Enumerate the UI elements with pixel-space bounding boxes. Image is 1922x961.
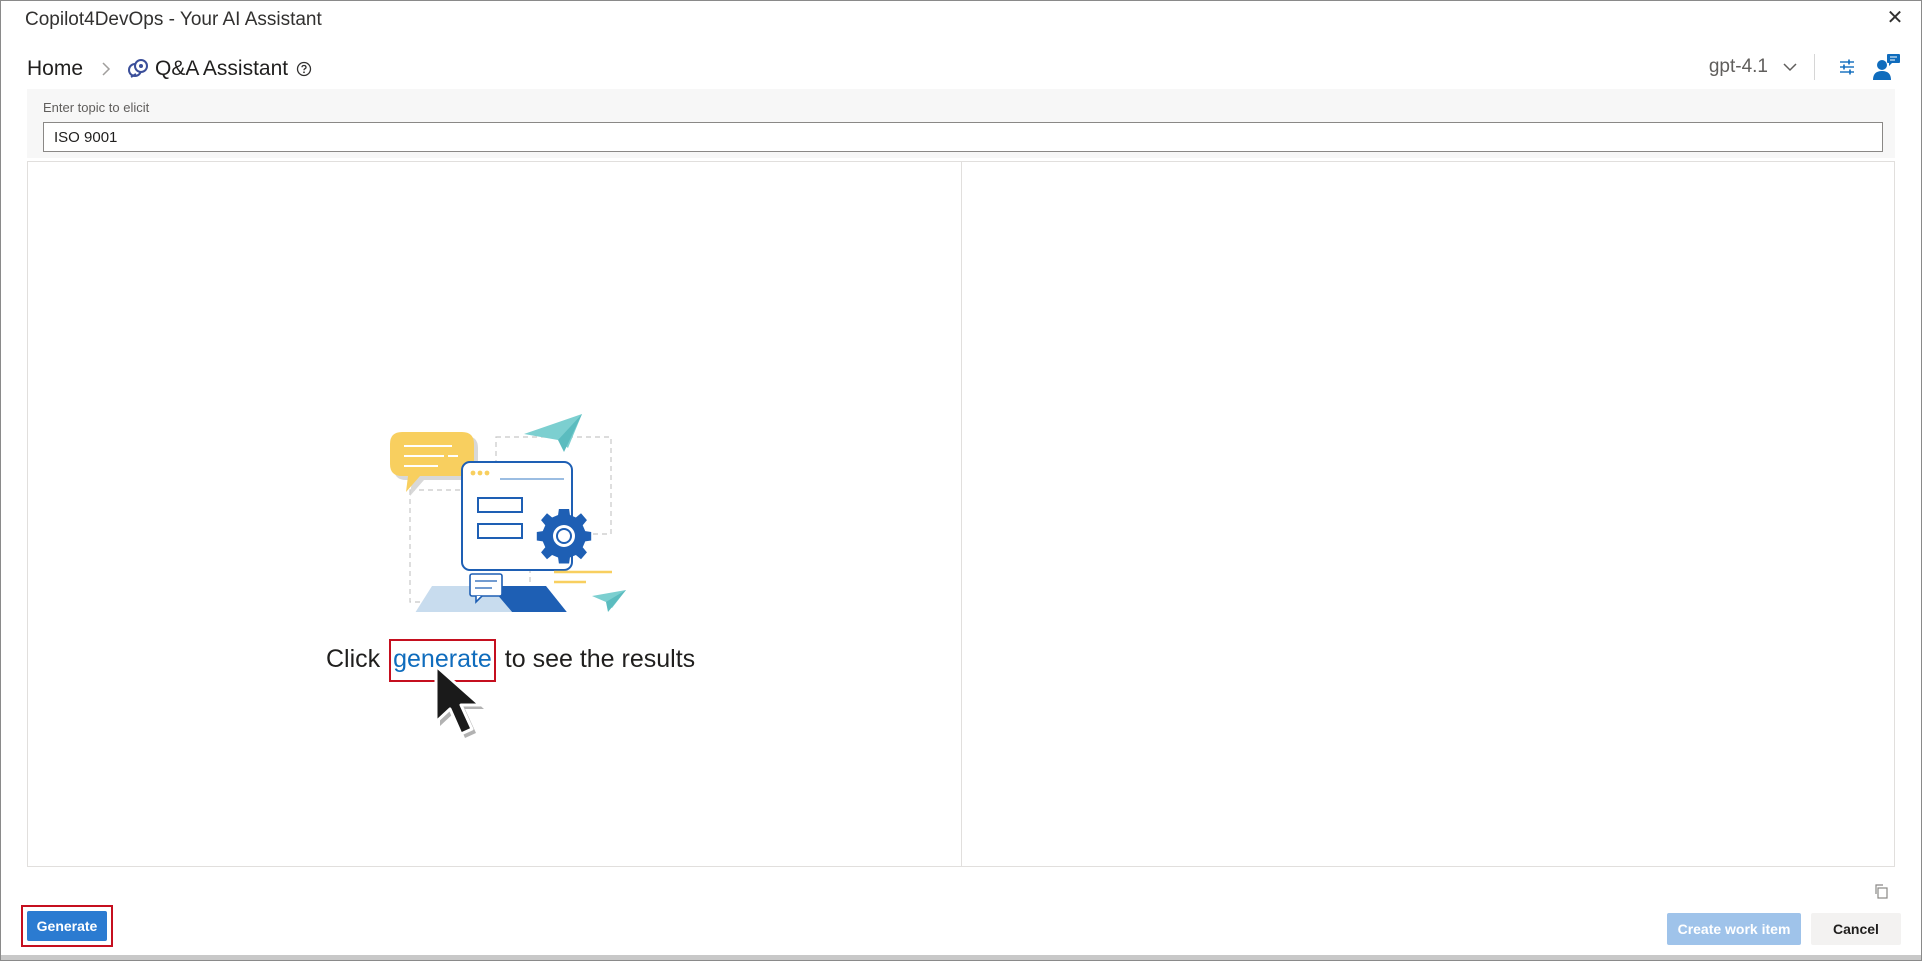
generate-button-highlight: Generate [21,905,113,947]
generate-button[interactable]: Generate [27,911,107,941]
results-pane-right [962,162,1894,866]
breadcrumb-current: Q&A Assistant [155,57,289,80]
sliders-icon [1840,59,1854,75]
person-feedback-icon [1873,54,1900,80]
empty-state-illustration [390,414,626,612]
chevron-right-icon [101,62,111,76]
empty-state-prefix: Click [326,645,381,673]
mouse-cursor-icon [434,664,484,738]
model-select[interactable]: gpt-4.1 [1709,56,1804,78]
results-pane-left: Click generate to see the results [28,162,962,866]
model-select-value: gpt-4.1 [1708,56,1768,77]
copy-icon[interactable] [1873,883,1889,899]
results-area: Click generate to see the results [27,161,1895,867]
topic-panel: Enter topic to elicit [27,89,1895,158]
copilot-icon [127,58,149,80]
chevron-down-icon [1783,63,1797,72]
close-icon[interactable]: ✕ [1885,8,1905,28]
topic-label: Enter topic to elicit [43,100,150,115]
window-title: Copilot4DevOps - Your AI Assistant [25,9,322,30]
horizontal-scrollbar[interactable] [1,955,1921,960]
cancel-button[interactable]: Cancel [1811,913,1901,945]
toolbar-right: gpt-4.1 [1709,51,1921,83]
topic-input[interactable] [43,122,1883,152]
settings-button[interactable] [1827,51,1867,83]
dialog-window: Copilot4DevOps - Your AI Assistant ✕ Hom… [0,0,1922,961]
create-work-item-button[interactable]: Create work item [1667,913,1801,945]
empty-state-suffix: to see the results [504,645,696,673]
help-circle-icon[interactable] [296,60,314,78]
toolbar-divider [1814,54,1815,80]
breadcrumb: Home Q&A Assistant [27,53,314,85]
feedback-button[interactable] [1867,51,1907,83]
empty-state-message: Click generate to see the results [326,639,695,682]
breadcrumb-home[interactable]: Home [27,57,83,81]
